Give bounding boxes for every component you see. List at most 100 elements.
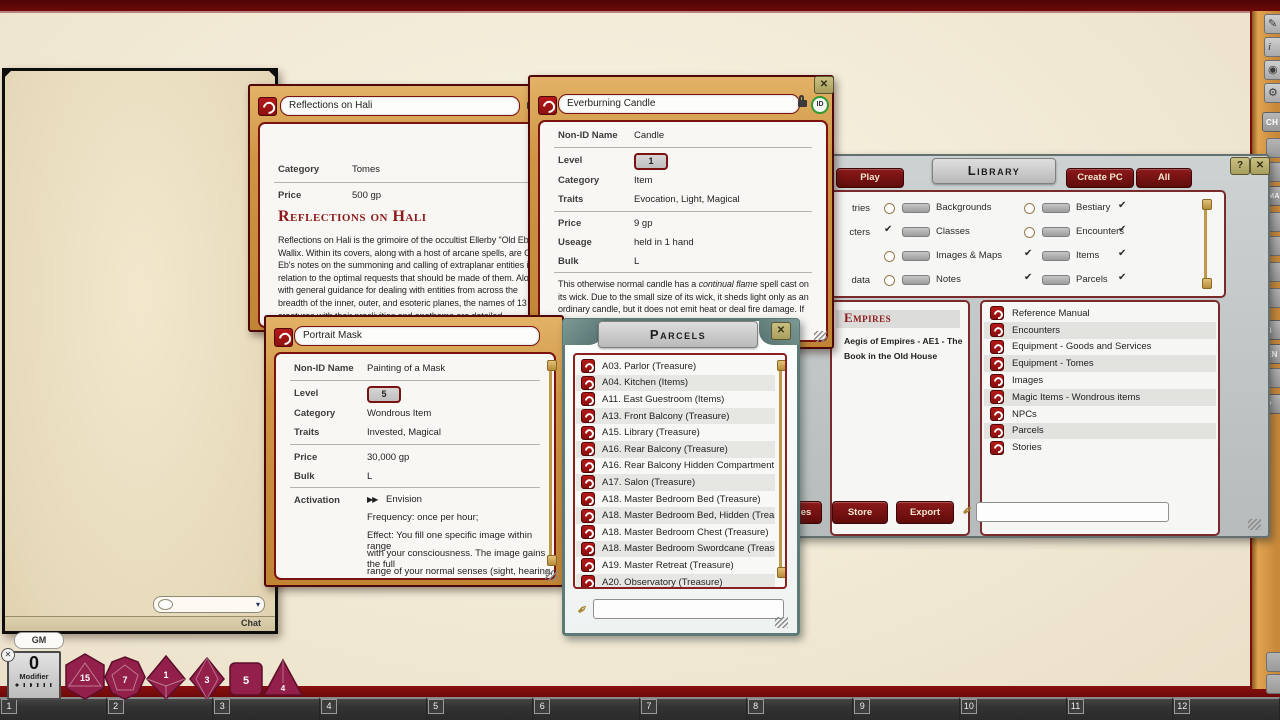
fg-dragon-icon[interactable] <box>538 96 557 115</box>
field-value[interactable]: L <box>367 471 372 482</box>
record-type-handle[interactable] <box>902 203 930 213</box>
draw-tool-button[interactable]: ✎ <box>1264 14 1280 34</box>
candle-resize-grip[interactable] <box>814 331 827 342</box>
field-value[interactable]: Item <box>634 175 652 186</box>
chat-speech-input[interactable]: ▾ <box>153 596 265 613</box>
record-type-handle[interactable] <box>902 251 930 261</box>
field-value[interactable]: Invested, Magical <box>367 427 441 438</box>
record-type-handle[interactable] <box>1042 251 1070 261</box>
activation-action[interactable]: Envision <box>386 494 422 505</box>
gm-identity-label[interactable]: GM <box>14 632 64 649</box>
help-button[interactable]: ? <box>1230 157 1250 175</box>
level-badge[interactable]: 1 <box>634 153 668 170</box>
lock-icon[interactable] <box>798 100 807 107</box>
record-type-handle[interactable] <box>1042 203 1070 213</box>
mask-resize-grip[interactable] <box>545 570 558 581</box>
parcel-row[interactable]: A11. East Guestroom (Items) <box>576 391 775 408</box>
chat-corner-arrow[interactable] <box>267 59 287 79</box>
chat-entry-strip[interactable]: Chat <box>5 616 275 631</box>
hotbar-slot[interactable]: 3 <box>213 697 320 720</box>
fg-dragon-icon[interactable] <box>274 328 293 347</box>
parcels-search-input[interactable] <box>593 599 784 619</box>
library-record-row[interactable]: Images <box>984 372 1216 389</box>
field-value[interactable]: 30,000 gp <box>367 452 409 463</box>
hotbar-slot[interactable]: 7 <box>640 697 747 720</box>
field-value[interactable]: 9 gp <box>634 218 653 229</box>
settings-button[interactable]: ⚙ <box>1264 83 1280 103</box>
hotbar-slot[interactable]: 9 <box>853 697 960 720</box>
d20-die[interactable]: 15 <box>62 653 108 700</box>
library-record-row[interactable]: NPCs <box>984 406 1216 423</box>
field-value[interactable]: held in 1 hand <box>634 237 694 248</box>
hotbar[interactable]: 123456789101112 <box>0 697 1280 720</box>
hotbar-slot[interactable]: 6 <box>533 697 640 720</box>
create-pc-button[interactable]: Create PC <box>1066 168 1134 188</box>
camera-button[interactable]: ◉ <box>1264 60 1280 80</box>
parcels-close-button[interactable]: ✕ <box>771 322 791 340</box>
modifier-box[interactable]: 0 Modifier <box>7 651 61 700</box>
parcel-row[interactable]: A04. Kitchen (Items) <box>576 375 775 392</box>
record-type-toggle[interactable] <box>1024 227 1035 238</box>
library-record-row[interactable]: Parcels <box>984 423 1216 440</box>
parcel-row[interactable]: A20. Observatory (Treasure) <box>576 574 775 589</box>
library-record-row[interactable]: Equipment - Tomes <box>984 355 1216 372</box>
d10-die[interactable]: 1 <box>146 655 186 700</box>
chat-corner-arrow[interactable] <box>0 59 13 79</box>
library-record-row[interactable]: Encounters <box>984 322 1216 339</box>
field-value[interactable]: L <box>634 256 639 267</box>
grid-scrollbar[interactable] <box>1204 202 1207 286</box>
field-value[interactable]: Evocation, Light, Magical <box>634 194 740 205</box>
level-badge[interactable]: 5 <box>367 386 401 403</box>
id-badge[interactable]: ID <box>811 96 829 114</box>
hotbar-slot[interactable]: 11 <box>1067 697 1174 720</box>
sidebar-tab-stub[interactable] <box>1266 652 1280 672</box>
record-type-toggle[interactable] <box>884 227 893 236</box>
d12-die[interactable]: 7 <box>104 656 146 700</box>
parcel-row[interactable]: A03. Parlor (Treasure) <box>576 358 775 375</box>
hotbar-slot[interactable]: 2 <box>107 697 214 720</box>
library-search-input[interactable] <box>976 502 1169 522</box>
all-button[interactable]: All <box>1136 168 1192 188</box>
library-record-row[interactable]: Reference Manual <box>984 305 1216 322</box>
d8-die[interactable]: 3 <box>188 657 226 700</box>
hotbar-slot[interactable]: 8 <box>747 697 854 720</box>
hotbar-slot[interactable]: 5 <box>427 697 534 720</box>
parcels-resize-grip[interactable] <box>775 617 788 628</box>
parcel-row[interactable]: A16. Rear Balcony Hidden Compartment (Tr… <box>576 458 775 475</box>
modifier-clear-button[interactable]: ✕ <box>1 648 15 662</box>
library-record-row[interactable]: Magic Items - Wondrous items <box>984 389 1216 406</box>
chevron-down-icon[interactable]: ▾ <box>256 600 260 609</box>
record-type-toggle[interactable] <box>1024 203 1035 214</box>
parcel-row[interactable]: A18. Master Bedroom Bed (Treasure) <box>576 491 775 508</box>
parcel-row[interactable]: A15. Library (Treasure) <box>576 424 775 441</box>
record-type-handle[interactable] <box>1042 275 1070 285</box>
reflections-title-field[interactable]: Reflections on Hali <box>280 96 520 116</box>
play-button[interactable]: Play <box>836 168 904 188</box>
parcel-row[interactable]: A18. Master Bedroom Bed, Hidden (Treasur… <box>576 507 775 524</box>
parcels-scrollbar[interactable] <box>779 363 782 575</box>
sidebar-tab-stub[interactable] <box>1266 674 1280 694</box>
record-type-toggle[interactable] <box>884 203 895 214</box>
info-button[interactable]: i <box>1264 37 1280 57</box>
candle-title-field[interactable]: Everburning Candle <box>558 94 800 114</box>
library-record-row[interactable]: Stories <box>984 439 1216 456</box>
record-type-toggle[interactable] <box>1024 251 1033 260</box>
field-value[interactable]: Wondrous Item <box>367 408 431 419</box>
library-close-button[interactable]: ✕ <box>1250 157 1270 175</box>
parcel-row[interactable]: A18. Master Bedroom Swordcane (Treasure) <box>576 541 775 558</box>
record-type-handle[interactable] <box>902 227 930 237</box>
record-type-toggle[interactable] <box>1118 203 1127 212</box>
parcel-row[interactable]: A18. Master Bedroom Chest (Treasure) <box>576 524 775 541</box>
record-type-handle[interactable] <box>1042 227 1070 237</box>
record-type-toggle[interactable] <box>1118 227 1127 236</box>
record-type-toggle[interactable] <box>884 251 895 262</box>
record-type-toggle[interactable] <box>1118 251 1127 260</box>
field-value[interactable]: 500 gp <box>352 190 381 201</box>
store-button[interactable]: Store <box>832 501 888 524</box>
field-value[interactable]: Painting of a Mask <box>367 363 445 374</box>
hotbar-slot[interactable]: 12 <box>1173 697 1280 720</box>
record-type-toggle[interactable] <box>884 275 895 286</box>
parcel-row[interactable]: A17. Salon (Treasure) <box>576 474 775 491</box>
record-type-toggle[interactable] <box>1024 275 1033 284</box>
hotbar-slot[interactable]: 4 <box>320 697 427 720</box>
